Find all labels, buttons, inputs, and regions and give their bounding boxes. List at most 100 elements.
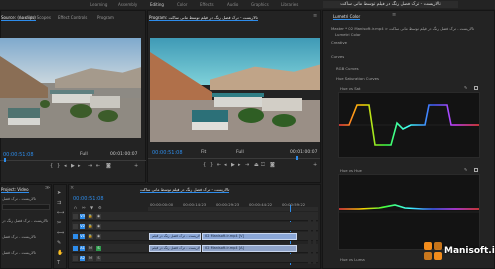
- project-item-1[interactable]: تالاریست - ترک فضل رنگ در: [2, 218, 48, 223]
- a2-toggle-sync[interactable]: [73, 256, 78, 261]
- timeline-ruler[interactable]: [148, 207, 318, 211]
- workspace-learning[interactable]: Learning: [90, 2, 107, 7]
- play-icon[interactable]: ▶: [71, 164, 75, 169]
- tab-lumetri-color[interactable]: Lumetri Color: [333, 14, 361, 20]
- track-select-tool-icon[interactable]: ⇉: [57, 201, 61, 206]
- workspace-libraries[interactable]: Libraries: [281, 2, 298, 7]
- program-add-button-icon[interactable]: +: [313, 163, 317, 168]
- program-mark-out-icon[interactable]: }: [210, 163, 213, 168]
- program-mark-in-icon[interactable]: {: [203, 163, 206, 168]
- v1-target[interactable]: V1: [80, 234, 85, 239]
- add-marker-icon[interactable]: ▼: [90, 205, 93, 210]
- type-tool-icon[interactable]: T: [57, 261, 60, 266]
- eyedropper-icon[interactable]: ✎: [464, 85, 467, 90]
- workspace-audio[interactable]: Audio: [227, 2, 238, 7]
- program-step-back-icon[interactable]: ◂: [224, 163, 227, 168]
- eyedropper-icon-2[interactable]: ✎: [464, 167, 467, 172]
- source-zoom-select[interactable]: Full: [80, 152, 88, 157]
- program-quality-select[interactable]: Full: [236, 150, 244, 155]
- a1-source-patch[interactable]: [73, 246, 78, 251]
- razor-tool-icon[interactable]: ✂: [57, 221, 61, 226]
- ripple-edit-tool-icon[interactable]: ⟷: [57, 211, 64, 216]
- a2-target[interactable]: A2: [80, 256, 85, 261]
- lumetri-master-line[interactable]: Master * 02 Manisoft.ir.mp4 > تالاریست -…: [331, 26, 481, 31]
- section-rgb-curves[interactable]: RGB Curves: [336, 66, 359, 71]
- section-curves[interactable]: Curves: [331, 54, 344, 59]
- step-back-icon[interactable]: ◂: [64, 164, 67, 169]
- a1-target[interactable]: A1: [80, 246, 85, 251]
- workspace-assembly[interactable]: Assembly: [118, 2, 137, 7]
- v3-lock-icon[interactable]: 🔒: [88, 214, 93, 219]
- program-playhead[interactable]: [296, 156, 298, 160]
- v2-toggle-sync[interactable]: [73, 224, 78, 229]
- go-to-in-icon[interactable]: ⇤: [217, 163, 221, 168]
- audio-clip-1[interactable]: تالاریست - ترک فضل رنگ در فیلم: [149, 245, 201, 252]
- insert-icon[interactable]: ⇥: [88, 164, 92, 169]
- export-frame-icon[interactable]: ◙: [106, 164, 111, 169]
- project-item-3[interactable]: تالاریست - ترک فضل: [2, 250, 36, 255]
- panel-menu-icon[interactable]: ≡: [313, 14, 317, 19]
- v3-eye-icon[interactable]: ◉: [96, 214, 101, 219]
- program-timecode[interactable]: 00:00:51:08: [152, 150, 183, 156]
- audio-clip-2[interactable]: 02 Manisoft.ir.mp4 [A]: [202, 245, 297, 252]
- program-panel-title[interactable]: Program: تالاریست - ترک فضل رنگ در فیلم …: [149, 15, 258, 21]
- v3-toggle-sync[interactable]: [73, 214, 78, 219]
- project-item-2[interactable]: تالاریست - ترک فضل: [2, 234, 36, 239]
- v1-source-patch[interactable]: [73, 234, 78, 239]
- v2-target[interactable]: V2: [80, 224, 85, 229]
- a2-mute-button[interactable]: M: [88, 256, 93, 261]
- source-scrub-bar[interactable]: [0, 160, 146, 161]
- timeline-timecode[interactable]: 00:00:51:08: [73, 196, 104, 202]
- project-search-input[interactable]: [2, 204, 50, 210]
- tab-program-left[interactable]: Program: [97, 15, 114, 20]
- linked-selection-icon[interactable]: ⚯: [82, 205, 85, 210]
- mark-out-icon[interactable]: }: [57, 164, 60, 169]
- hand-tool-icon[interactable]: ✋: [57, 251, 63, 256]
- video-clip-2[interactable]: 02 Manisoft.ir.mp4 [V]: [202, 233, 297, 240]
- source-timecode[interactable]: 00:00:51:08: [3, 152, 34, 158]
- lumetri-fx-label[interactable]: Lumetri Color: [335, 32, 361, 37]
- workspace-color[interactable]: Color: [177, 2, 187, 7]
- extract-icon[interactable]: ⏍: [261, 163, 265, 168]
- v1-eye-icon[interactable]: ◉: [96, 234, 101, 239]
- section-creative[interactable]: Creative: [331, 40, 347, 45]
- timeline-sequence-tab[interactable]: تالاریست - ترک فضل رنگ در فیلم توسط مانی…: [140, 187, 230, 193]
- mark-in-icon[interactable]: {: [50, 164, 53, 169]
- hue-vs-sat-graph[interactable]: [338, 92, 480, 158]
- overwrite-icon[interactable]: ⇤: [96, 164, 100, 169]
- add-button-icon[interactable]: +: [134, 164, 138, 169]
- a1-mute-button[interactable]: M: [88, 246, 93, 251]
- program-play-icon[interactable]: ▶: [231, 163, 235, 168]
- tab-lumetri-scopes[interactable]: Lumetri Scopes: [20, 15, 51, 20]
- slip-tool-icon[interactable]: ⟺: [57, 231, 64, 236]
- project-menu-icon[interactable]: ≫: [45, 186, 50, 191]
- snap-icon[interactable]: ∩: [74, 205, 77, 210]
- wrench-icon[interactable]: ⚙: [98, 205, 102, 210]
- source-playhead[interactable]: [4, 158, 6, 162]
- program-export-frame-icon[interactable]: ◙: [270, 163, 275, 168]
- a1-solo-button[interactable]: S: [96, 246, 101, 251]
- program-scrub-bar[interactable]: [148, 158, 320, 159]
- step-forward-icon[interactable]: ▸: [78, 164, 81, 169]
- section-hue-sat-curves[interactable]: Hue Saturation Curves: [336, 76, 379, 81]
- tab-project[interactable]: Project: Video: [1, 187, 29, 193]
- v1-lock-icon[interactable]: 🔒: [88, 234, 93, 239]
- timeline-close-icon[interactable]: ×: [70, 186, 74, 191]
- a2-solo-button[interactable]: S: [96, 256, 101, 261]
- graph-toggle-checkbox[interactable]: [474, 86, 478, 90]
- program-fit-select[interactable]: Fit: [201, 150, 206, 155]
- pen-tool-icon[interactable]: ✎: [57, 241, 61, 246]
- tab-effect-controls[interactable]: Effect Controls: [58, 15, 87, 20]
- video-clip-1[interactable]: تالاریست - ترک فضل رنگ در فیلم: [149, 233, 201, 240]
- graph-toggle-checkbox-2[interactable]: [474, 168, 478, 172]
- v2-eye-icon[interactable]: ◉: [96, 224, 101, 229]
- go-to-out-icon[interactable]: ⇥: [245, 163, 249, 168]
- v2-lock-icon[interactable]: 🔒: [88, 224, 93, 229]
- v3-target[interactable]: V3: [80, 214, 85, 219]
- lumetri-menu-icon[interactable]: ≡: [392, 13, 396, 18]
- workspace-editing[interactable]: Editing: [150, 2, 164, 7]
- lift-icon[interactable]: ⏏: [254, 163, 259, 168]
- program-step-forward-icon[interactable]: ▸: [238, 163, 241, 168]
- selection-tool-icon[interactable]: ➤: [57, 191, 61, 196]
- workspace-effects[interactable]: Effects: [200, 2, 214, 7]
